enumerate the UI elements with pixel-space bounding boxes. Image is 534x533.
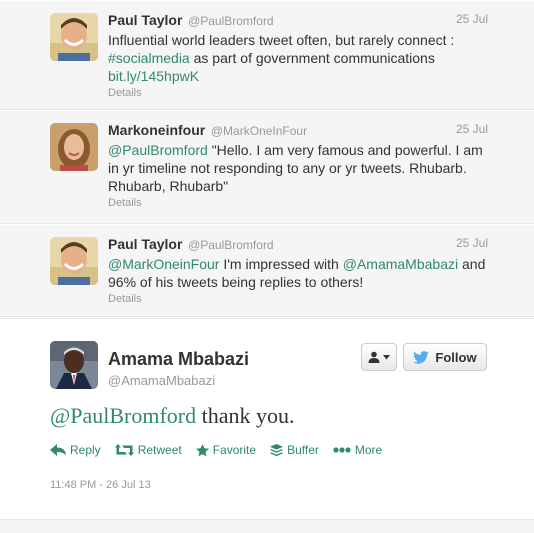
mention-link[interactable]: @AmamaMbabazi <box>343 256 458 272</box>
more-dots-icon <box>333 447 351 453</box>
retweet-button[interactable]: Retweet <box>114 443 182 457</box>
caret-down-icon <box>383 354 390 359</box>
tweet[interactable]: Paul Taylor @PaulBromford 25 Jul Influen… <box>0 0 534 110</box>
url-link[interactable]: bit.ly/145hpwK <box>108 68 199 84</box>
twitter-bird-icon <box>413 350 430 364</box>
details-link[interactable]: Details <box>108 197 522 209</box>
avatar[interactable] <box>50 237 98 285</box>
star-icon <box>195 443 209 456</box>
hashtag-link[interactable]: #socialmedia <box>108 50 190 66</box>
user-actions-button[interactable] <box>361 343 397 371</box>
author-name[interactable]: Markoneinfour <box>108 122 205 138</box>
details-link[interactable]: Details <box>108 87 522 99</box>
conversation-thread: Paul Taylor @PaulBromford 25 Jul Influen… <box>0 0 534 317</box>
follow-button[interactable]: Follow <box>403 343 487 371</box>
avatar[interactable] <box>50 13 98 61</box>
tweet-time[interactable]: 25 Jul <box>456 122 488 136</box>
author-handle[interactable]: @MarkOneInFour <box>211 124 307 138</box>
tweet-text: Influential world leaders tweet often, b… <box>108 32 455 84</box>
avatar[interactable] <box>50 123 98 171</box>
tweet-actions: Reply Retweet Favorite Buffer More <box>50 443 382 457</box>
details-link[interactable]: Details <box>108 293 522 305</box>
reply-button[interactable]: Reply <box>50 443 101 457</box>
retweet-icon <box>114 444 134 456</box>
author-name[interactable]: Paul Taylor <box>108 12 182 28</box>
tweet-text: @MarkOneinFour I'm impressed with @Amama… <box>108 256 486 290</box>
mention-link[interactable]: @MarkOneinFour <box>108 256 219 272</box>
tweet[interactable]: Paul Taylor @PaulBromford 25 Jul @MarkOn… <box>0 224 534 317</box>
tweet-time[interactable]: 25 Jul <box>456 12 488 26</box>
person-icon <box>368 351 380 363</box>
avatar[interactable] <box>50 341 98 389</box>
follow-label: Follow <box>435 349 477 365</box>
mention-link[interactable]: @PaulBromford <box>108 142 208 158</box>
author-handle[interactable]: @PaulBromford <box>188 14 274 28</box>
more-button[interactable]: More <box>333 443 382 457</box>
tweet-text: @PaulBromford "Hello. I am very famous a… <box>108 142 483 194</box>
tweet-time[interactable]: 25 Jul <box>456 236 488 250</box>
author-name[interactable]: Paul Taylor <box>108 236 182 252</box>
tweet[interactable]: Markoneinfour @MarkOneInFour 25 Jul @Pau… <box>0 110 534 224</box>
buffer-button[interactable]: Buffer <box>270 443 319 457</box>
reply-icon <box>50 444 66 456</box>
mention-link[interactable]: @PaulBromford <box>50 403 196 428</box>
permalink-tweet: Amama Mbabazi @AmamaMbabazi Follow @Paul… <box>0 318 534 533</box>
author-name[interactable]: Amama Mbabazi <box>108 349 249 370</box>
favorite-button[interactable]: Favorite <box>195 443 256 457</box>
tweet-timestamp[interactable]: 11:48 PM - 26 Jul 13 <box>50 479 151 491</box>
tweet-text: @PaulBromford thank you. <box>50 403 295 428</box>
author-handle[interactable]: @PaulBromford <box>188 238 274 252</box>
buffer-icon <box>270 443 284 456</box>
author-handle[interactable]: @AmamaMbabazi <box>108 373 215 388</box>
